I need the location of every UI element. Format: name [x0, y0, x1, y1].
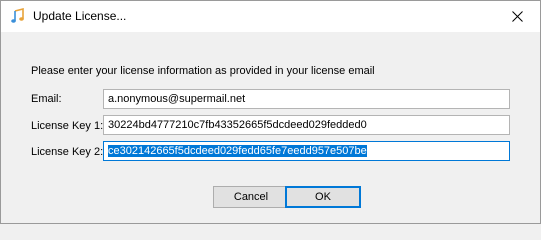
license-key-2-field[interactable]: ce302142665f5dcdeed029fedd65fe7eedd957e5…	[103, 141, 510, 161]
window-title: Update License...	[33, 9, 127, 23]
license-key-2-label: License Key 2:	[31, 146, 104, 158]
license-key-1-value: 30224bd4777210c7fb43352665f5dcdeed029fed…	[108, 119, 367, 131]
close-icon	[511, 11, 523, 22]
email-value: a.nonymous@supermail.net	[108, 93, 246, 105]
email-label: Email:	[31, 93, 62, 105]
update-license-dialog: Update License... Please enter your lice…	[0, 0, 541, 224]
license-key-1-label: License Key 1:	[31, 120, 104, 132]
ok-button[interactable]: OK	[285, 186, 361, 208]
title-bar[interactable]: Update License...	[1, 1, 540, 32]
instructions-text: Please enter your license information as…	[31, 65, 375, 77]
music-note-icon	[10, 7, 26, 24]
cancel-button[interactable]: Cancel	[213, 186, 289, 208]
email-field[interactable]: a.nonymous@supermail.net	[103, 89, 510, 109]
close-button[interactable]	[494, 1, 540, 32]
license-key-1-field[interactable]: 30224bd4777210c7fb43352665f5dcdeed029fed…	[103, 115, 510, 135]
license-key-2-value: ce302142665f5dcdeed029fedd65fe7eedd957e5…	[108, 145, 367, 157]
